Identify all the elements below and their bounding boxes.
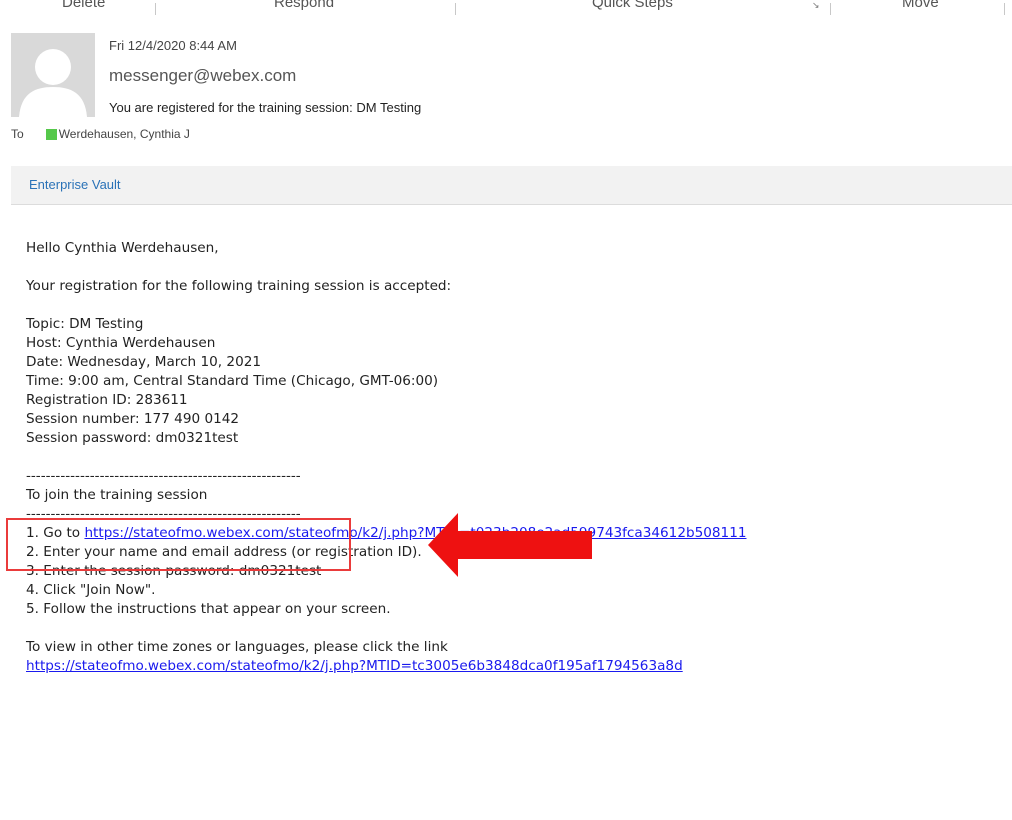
ribbon-group-delete: Delete	[62, 0, 106, 11]
red-arrow-left-icon	[428, 513, 592, 577]
dialog-launcher-icon[interactable]: ↘	[812, 0, 820, 11]
timezones-text: To view in other time zones or languages…	[26, 639, 448, 655]
detail-topic: Topic: DM Testing	[26, 316, 144, 332]
ribbon-group-respond: Respond	[274, 0, 335, 11]
enterprise-vault-bar: Enterprise Vault	[11, 166, 1012, 205]
greeting: Hello Cynthia Werdehausen,	[26, 240, 219, 256]
to-label: To	[11, 127, 24, 141]
recipient-name[interactable]: Werdehausen, Cynthia J	[59, 127, 190, 141]
detail-session-number: Session number: 177 490 0142	[26, 411, 240, 427]
message-body: Hello Cynthia Werdehausen, Your registra…	[26, 239, 996, 676]
detail-time: Time: 9:00 am, Central Standard Time (Ch…	[26, 373, 439, 389]
divider-line: ----------------------------------------…	[26, 468, 301, 484]
timezones-line: https://stateofmo.webex.com/stateofmo/k2…	[26, 657, 996, 676]
join-heading: To join the training session	[26, 487, 208, 503]
ribbon-separator	[155, 3, 156, 15]
step-5: 5. Follow the instructions that appear o…	[26, 601, 391, 617]
enterprise-vault-link[interactable]: Enterprise Vault	[29, 177, 121, 192]
detail-date: Date: Wednesday, March 10, 2021	[26, 354, 262, 370]
ribbon-separator	[455, 3, 456, 15]
detail-session-password: Session password: dm0321test	[26, 430, 239, 446]
annotation-highlight-box	[6, 518, 351, 571]
recipients-row: To Werdehausen, Cynthia J	[11, 127, 190, 141]
ribbon-group-labels: Delete Respond Quick Steps ↘ Move	[0, 0, 1012, 20]
message-subject: You are registered for the training sess…	[109, 100, 422, 115]
timezones-link[interactable]: https://stateofmo.webex.com/stateofmo/k2…	[26, 658, 683, 674]
ribbon-separator	[830, 3, 831, 15]
intro-text: Your registration for the following trai…	[26, 278, 452, 294]
ribbon-separator	[1004, 3, 1005, 15]
message-date: Fri 12/4/2020 8:44 AM	[109, 38, 237, 53]
ribbon-group-quick-steps: Quick Steps	[592, 0, 673, 11]
sender-avatar[interactable]	[11, 33, 95, 117]
detail-host: Host: Cynthia Werdehausen	[26, 335, 216, 351]
message-sender[interactable]: messenger@webex.com	[109, 66, 296, 86]
detail-registration-id: Registration ID: 283611	[26, 392, 188, 408]
presence-status-icon	[45, 128, 57, 140]
ribbon-group-move: Move	[902, 0, 939, 11]
step-4: 4. Click "Join Now".	[26, 582, 156, 598]
person-silhouette-icon	[11, 33, 95, 117]
